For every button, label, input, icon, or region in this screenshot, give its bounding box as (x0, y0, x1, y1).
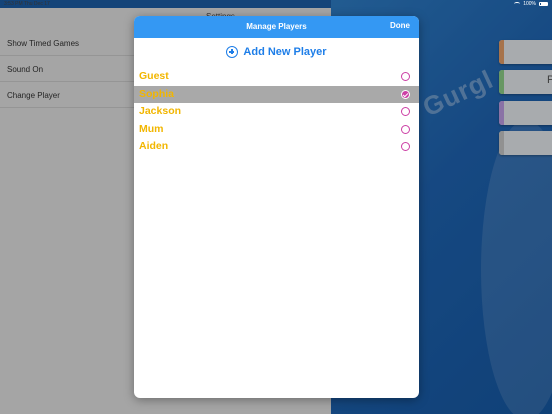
player-list: Guest Sophia Jackson Mum Aiden (134, 68, 419, 156)
manage-players-modal: Manage Players Done Add New Player Guest… (134, 16, 419, 398)
modal-title: Manage Players (246, 22, 307, 31)
radio-icon[interactable] (401, 124, 410, 134)
done-button[interactable]: Done (390, 21, 410, 30)
status-time: 3:53 PM Thu Dec 17 (4, 1, 50, 7)
add-new-player-label: Add New Player (243, 46, 327, 58)
player-name: Mum (139, 122, 164, 135)
player-name: Sophia (139, 87, 175, 100)
status-bar: 3:53 PM Thu Dec 17 100% (0, 0, 552, 8)
radio-checked-icon[interactable] (401, 89, 410, 99)
player-row-mum[interactable]: Mum (134, 121, 419, 139)
player-row-sophia[interactable]: Sophia (134, 85, 419, 103)
wifi-icon (514, 2, 521, 6)
status-indicators: 100% (514, 1, 548, 7)
battery-percent: 100% (523, 1, 536, 7)
player-row-guest[interactable]: Guest (134, 68, 419, 86)
player-row-jackson[interactable]: Jackson (134, 103, 419, 121)
player-name: Guest (139, 70, 169, 82)
player-name: Jackson (139, 105, 182, 117)
player-name: Aiden (139, 140, 169, 152)
player-row-aiden[interactable]: Aiden (134, 138, 419, 156)
battery-icon (539, 2, 548, 6)
radio-icon[interactable] (401, 142, 410, 151)
modal-header: Manage Players Done (134, 16, 419, 38)
radio-icon[interactable] (401, 107, 410, 116)
radio-icon[interactable] (401, 72, 410, 81)
add-new-player-button[interactable]: Add New Player (134, 38, 419, 66)
plus-circle-icon (226, 46, 239, 58)
